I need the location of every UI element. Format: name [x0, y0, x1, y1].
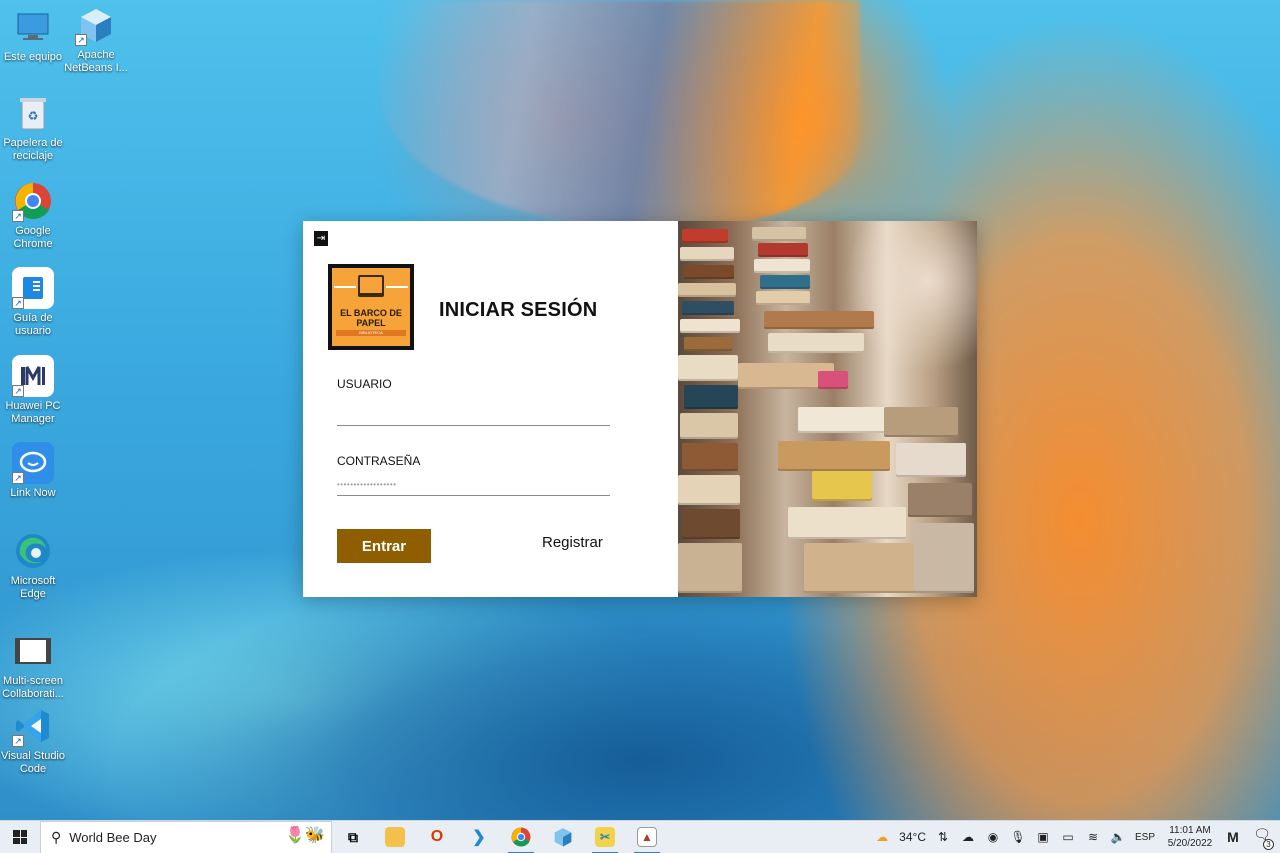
language-indicator[interactable]: ESP [1135, 832, 1155, 843]
desktop-icon-label: Papelera de reciclaje [3, 137, 63, 162]
netbeans-taskbar-button[interactable] [542, 821, 584, 853]
desktop-icon-label: Google Chrome [13, 225, 53, 250]
vscode-icon: ↗ [12, 705, 54, 747]
login-title: INICIAR SESIÓN [439, 299, 598, 321]
logo-badge: EL BARCO DE PAPEL BIBLIOTECA [332, 268, 410, 346]
office-button[interactable]: O [416, 821, 458, 853]
task-view-button[interactable]: ⧉ [332, 821, 374, 853]
file-explorer-icon [385, 827, 405, 847]
user-guide-icon: ↗ [12, 267, 54, 309]
desktop-icon-netbeans[interactable]: ↗ Apache NetBeans I... [63, 4, 129, 75]
chrome-icon: ↗ [12, 180, 54, 222]
bee-day-illustration: 🌷🐝 [285, 826, 325, 844]
desktop-icon-label: Link Now [10, 487, 56, 499]
logo-arrow-left [334, 286, 356, 288]
desktop-icon-label: Apache NetBeans I... [64, 49, 128, 74]
password-label: CONTRASEÑA [337, 454, 421, 468]
enter-button[interactable]: Entrar [337, 529, 431, 563]
desktop-icon-recycle-bin[interactable]: ♻ Papelera de reciclaje [0, 92, 66, 163]
books-image [678, 221, 977, 597]
vscode-icon: ❯ [472, 829, 486, 846]
desktop-icon-link-now[interactable]: ↗ Link Now [0, 442, 66, 500]
shortcut-arrow-icon: ↗ [12, 735, 24, 747]
display-icon[interactable]: ▣ [1035, 830, 1051, 844]
volume-icon[interactable]: 🔈 [1110, 830, 1126, 844]
svg-text:♻: ♻ [28, 109, 39, 123]
search-text: World Bee Day [69, 829, 157, 845]
onedrive-icon[interactable]: ☁ [960, 830, 976, 844]
file-explorer-button[interactable] [374, 821, 416, 853]
clock[interactable]: 11:01 AM 5/20/2022 [1164, 824, 1216, 850]
system-tray: ☁ 34°C ⇅ ☁ ◉ 🎙 ▣ ▭ ≋ 🔈 ESP 11:01 AM 5/20… [874, 821, 1280, 853]
notifications-button[interactable]: 🗨 3 [1250, 826, 1274, 850]
start-button[interactable] [0, 821, 40, 853]
desktop-icon-label: Guía de usuario [13, 312, 53, 337]
library-logo: EL BARCO DE PAPEL BIBLIOTECA [328, 264, 414, 350]
recycle-bin-icon: ♻ [12, 92, 54, 134]
desktop-icon-multi-screen[interactable]: Multi-screen Collaborati... [0, 630, 66, 701]
windows-logo-icon [13, 830, 27, 844]
java-app-icon: ▲ [637, 827, 657, 847]
shortcut-arrow-icon: ↗ [12, 472, 24, 484]
task-view-icon: ⧉ [348, 828, 358, 845]
desktop-icon-this-pc[interactable]: Este equipo [0, 6, 66, 64]
register-link[interactable]: Registrar [542, 534, 603, 551]
clock-time: 11:01 AM [1169, 825, 1211, 836]
shortcut-arrow-icon: ↗ [75, 34, 87, 46]
netbeans-icon [554, 828, 572, 847]
shortcut-arrow-icon: ↗ [12, 297, 24, 309]
weather-temperature[interactable]: 34°C [899, 830, 926, 844]
link-now-icon: ↗ [12, 442, 54, 484]
login-form-panel: ⇥ EL BARCO DE PAPEL BIBLIOTECA INICIAR S… [303, 221, 678, 597]
camera-icon[interactable]: ◉ [985, 830, 1001, 844]
huawei-pc-manager-icon: ↗ [12, 355, 54, 397]
desktop-icon-label: Microsoft Edge [10, 575, 56, 600]
multi-screen-icon [12, 630, 54, 672]
wifi-icon[interactable]: ≋ [1085, 830, 1101, 844]
taskbar-search[interactable]: ⚲ World Bee Day 🌷🐝 [40, 820, 332, 853]
search-icon: ⚲ [51, 828, 62, 845]
exit-icon[interactable]: ⇥ [314, 231, 328, 246]
username-label: USUARIO [337, 377, 392, 391]
snipping-tool-icon: ✂ [595, 827, 615, 847]
logo-subtitle: BIBLIOTECA [336, 330, 406, 336]
logo-text-line2: PAPEL [356, 318, 386, 328]
desktop-icon-label: Visual Studio Code [0, 750, 65, 775]
password-field[interactable] [337, 474, 610, 496]
notification-count: 3 [1263, 839, 1274, 850]
desktop-icon-user-guide[interactable]: ↗ Guía de usuario [0, 267, 66, 338]
logo-arrow-right [386, 286, 408, 288]
logo-text-line1: EL BARCO DE [340, 308, 402, 318]
desktop-icon-vscode[interactable]: ↗ Visual Studio Code [0, 705, 66, 776]
desktop-icon-edge[interactable]: Microsoft Edge [0, 530, 66, 601]
office-icon: O [430, 828, 444, 845]
battery-icon[interactable]: ▭ [1060, 830, 1076, 844]
java-app-button[interactable]: ▲ [626, 821, 668, 853]
clock-date: 5/20/2022 [1167, 838, 1213, 849]
login-window: ⇥ EL BARCO DE PAPEL BIBLIOTECA INICIAR S… [303, 221, 977, 597]
snipping-tool-button[interactable]: ✂ [584, 821, 626, 853]
computer-icon [12, 6, 54, 48]
edge-icon [12, 530, 54, 572]
desktop-icon-label: Este equipo [3, 51, 63, 63]
network-arrows-icon[interactable]: ⇅ [935, 830, 951, 844]
username-field[interactable] [337, 404, 610, 426]
shortcut-arrow-icon: ↗ [12, 385, 24, 397]
huawei-pc-manager-icon[interactable]: M [1225, 829, 1241, 845]
shortcut-arrow-icon: ↗ [12, 210, 24, 222]
desktop-icon-label: Huawei PC Manager [5, 400, 61, 425]
vscode-taskbar-button[interactable]: ❯ [458, 821, 500, 853]
chrome-icon [511, 827, 531, 847]
desktop-icon-chrome[interactable]: ↗ Google Chrome [0, 180, 66, 251]
taskbar: ⚲ World Bee Day 🌷🐝 ⧉ O ❯ ✂ ▲ ☁ 34°C ⇅ ☁ … [0, 820, 1280, 853]
netbeans-icon: ↗ [75, 4, 117, 46]
desktop-icon-huawei-pc-manager[interactable]: ↗ Huawei PC Manager [0, 355, 66, 426]
desktop-icon-label: Multi-screen Collaborati... [2, 675, 64, 700]
logo-ship-icon [358, 275, 384, 297]
microphone-icon[interactable]: 🎙 [1010, 830, 1026, 844]
weather-icon[interactable]: ☁ [874, 830, 890, 844]
chrome-taskbar-button[interactable] [500, 821, 542, 853]
